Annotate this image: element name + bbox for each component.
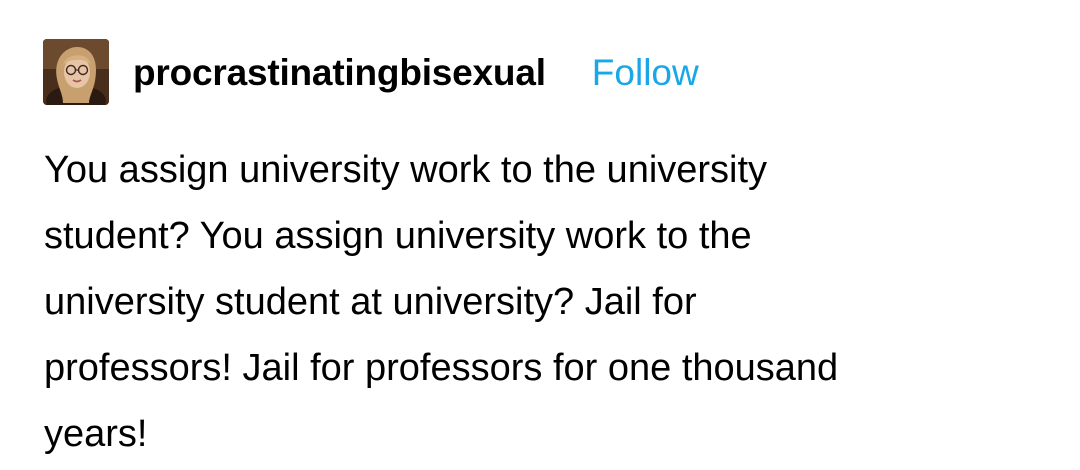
post-body-line: university student at university? Jail f… [44,281,697,323]
post-header: procrastinatingbisexual Follow [43,39,699,105]
user-avatar-icon [43,39,109,105]
post-body-line: professors! Jail for professors for one … [44,347,839,389]
username-link[interactable]: procrastinatingbisexual [133,54,546,91]
post-card: procrastinatingbisexual Follow You assig… [0,0,1080,470]
avatar[interactable] [43,39,109,105]
post-body: You assign university work to the univer… [44,137,1044,467]
post-body-line: years! [44,413,148,455]
post-body-line: You assign university work to the univer… [44,149,768,191]
follow-button[interactable]: Follow [592,54,699,91]
post-body-line: student? You assign university work to t… [44,215,752,257]
